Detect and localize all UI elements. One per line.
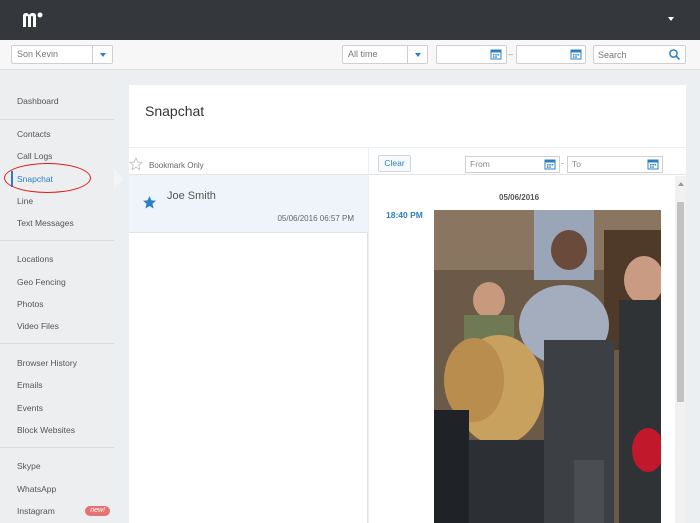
sidebar-item-skype[interactable]: Skype bbox=[0, 455, 114, 477]
mspy-logo-icon[interactable] bbox=[22, 11, 44, 29]
scrollbar-thumb[interactable] bbox=[677, 202, 684, 402]
date-heading: 05/06/2016 bbox=[499, 193, 540, 202]
contact-name: Joe Smith bbox=[167, 190, 216, 202]
list-item[interactable]: Joe Smith 05/06/2016 06:57 PM bbox=[129, 175, 368, 233]
entry-time: 18:40 PM bbox=[386, 210, 423, 220]
sidebar-item-label: WhatsApp bbox=[17, 484, 57, 494]
sidebar-item-dashboard[interactable]: Dashboard bbox=[0, 90, 114, 112]
sidebar-item-emails[interactable]: Emails bbox=[0, 374, 114, 396]
snapchat-photo[interactable] bbox=[434, 210, 661, 523]
calendar-icon[interactable] bbox=[490, 48, 504, 62]
sidebar-item-label: Line bbox=[17, 196, 34, 206]
top-bar bbox=[0, 0, 700, 40]
range-select-value: All time bbox=[348, 49, 378, 59]
search-icon[interactable] bbox=[668, 48, 681, 61]
sidebar-divider bbox=[0, 240, 114, 241]
star-outline-icon[interactable] bbox=[129, 157, 143, 171]
bookmark-only-toggle[interactable]: Bookmark Only bbox=[149, 161, 204, 170]
sidebar-item-label: Geo Fencing bbox=[17, 277, 66, 287]
sidebar-item-line[interactable]: Line bbox=[0, 190, 114, 212]
sidebar-item-events[interactable]: Events bbox=[0, 397, 114, 419]
caret-down-icon[interactable] bbox=[668, 17, 674, 21]
sidebar-item-whatsapp[interactable]: WhatsApp bbox=[0, 478, 114, 500]
device-select[interactable]: Son Kevin bbox=[11, 45, 113, 64]
message-datetime: 05/06/2016 06:57 PM bbox=[277, 214, 354, 223]
calendar-icon[interactable] bbox=[544, 158, 558, 172]
sidebar-item-label: Events bbox=[17, 403, 43, 413]
new-badge: new! bbox=[85, 506, 110, 516]
sidebar-item-browser-history[interactable]: Browser History bbox=[0, 352, 114, 374]
clear-button[interactable]: Clear bbox=[378, 155, 411, 172]
sidebar-divider bbox=[0, 119, 114, 120]
calendar-icon[interactable] bbox=[647, 158, 661, 172]
to-placeholder: To bbox=[572, 159, 581, 169]
sidebar-divider bbox=[0, 447, 114, 448]
active-pointer bbox=[114, 169, 123, 189]
photo-illustration bbox=[434, 210, 661, 523]
sidebar-item-label: Contacts bbox=[17, 129, 51, 139]
sidebar-item-label: Call Logs bbox=[17, 151, 53, 161]
sidebar-item-label: Skype bbox=[17, 461, 41, 471]
range-separator: - bbox=[561, 158, 564, 168]
scroll-up-icon[interactable] bbox=[678, 182, 684, 186]
sidebar-item-label: Dashboard bbox=[17, 96, 59, 106]
sidebar-item-label: Locations bbox=[17, 254, 54, 264]
sidebar-divider bbox=[0, 343, 114, 344]
list-toolbar: Bookmark Only bbox=[129, 148, 368, 175]
message-list-panel: Bookmark Only Joe Smith 05/06/2016 06:57… bbox=[129, 148, 368, 523]
filter-bar: Son Kevin All time – bbox=[0, 40, 700, 70]
sidebar-item-instagram[interactable]: Instagram new! bbox=[0, 500, 114, 522]
sidebar-item-photos[interactable]: Photos bbox=[0, 293, 114, 315]
chevron-down-icon[interactable] bbox=[407, 46, 427, 63]
main-header: Snapchat bbox=[129, 85, 686, 147]
chevron-down-icon[interactable] bbox=[92, 46, 112, 63]
sidebar: Dashboard Contacts Call Logs Snapchat Li… bbox=[0, 70, 114, 523]
sidebar-item-label: Block Websites bbox=[17, 425, 75, 435]
sidebar-item-block-websites[interactable]: Block Websites bbox=[0, 419, 114, 441]
sidebar-item-geo-fencing[interactable]: Geo Fencing bbox=[0, 271, 114, 293]
page-title: Snapchat bbox=[145, 103, 205, 119]
sidebar-item-label: Browser History bbox=[17, 358, 77, 368]
calendar-icon[interactable] bbox=[570, 48, 584, 62]
conversation-detail-panel: Clear From - To 05/06/2016 18:40 PM bbox=[369, 148, 686, 523]
from-placeholder: From bbox=[470, 159, 490, 169]
sidebar-item-label: Text Messages bbox=[17, 218, 74, 228]
search-input[interactable] bbox=[594, 46, 664, 63]
sidebar-item-label: Emails bbox=[17, 380, 43, 390]
sidebar-item-label: Instagram bbox=[17, 506, 55, 516]
sidebar-item-label: Photos bbox=[17, 299, 44, 309]
date-separator: – bbox=[508, 49, 514, 59]
scrollbar[interactable] bbox=[675, 176, 686, 523]
sidebar-item-contacts[interactable]: Contacts bbox=[0, 123, 114, 145]
sidebar-item-text-messages[interactable]: Text Messages bbox=[0, 212, 114, 234]
range-select[interactable]: All time bbox=[342, 45, 428, 64]
sidebar-item-video-files[interactable]: Video Files bbox=[0, 315, 114, 337]
search-box bbox=[593, 45, 686, 64]
sidebar-item-label: Video Files bbox=[17, 321, 59, 331]
detail-toolbar: Clear From - To bbox=[369, 148, 686, 175]
device-select-value: Son Kevin bbox=[17, 49, 59, 59]
sidebar-item-locations[interactable]: Locations bbox=[0, 248, 114, 270]
highlight-annotation bbox=[4, 163, 91, 193]
star-filled-icon[interactable] bbox=[142, 195, 157, 210]
